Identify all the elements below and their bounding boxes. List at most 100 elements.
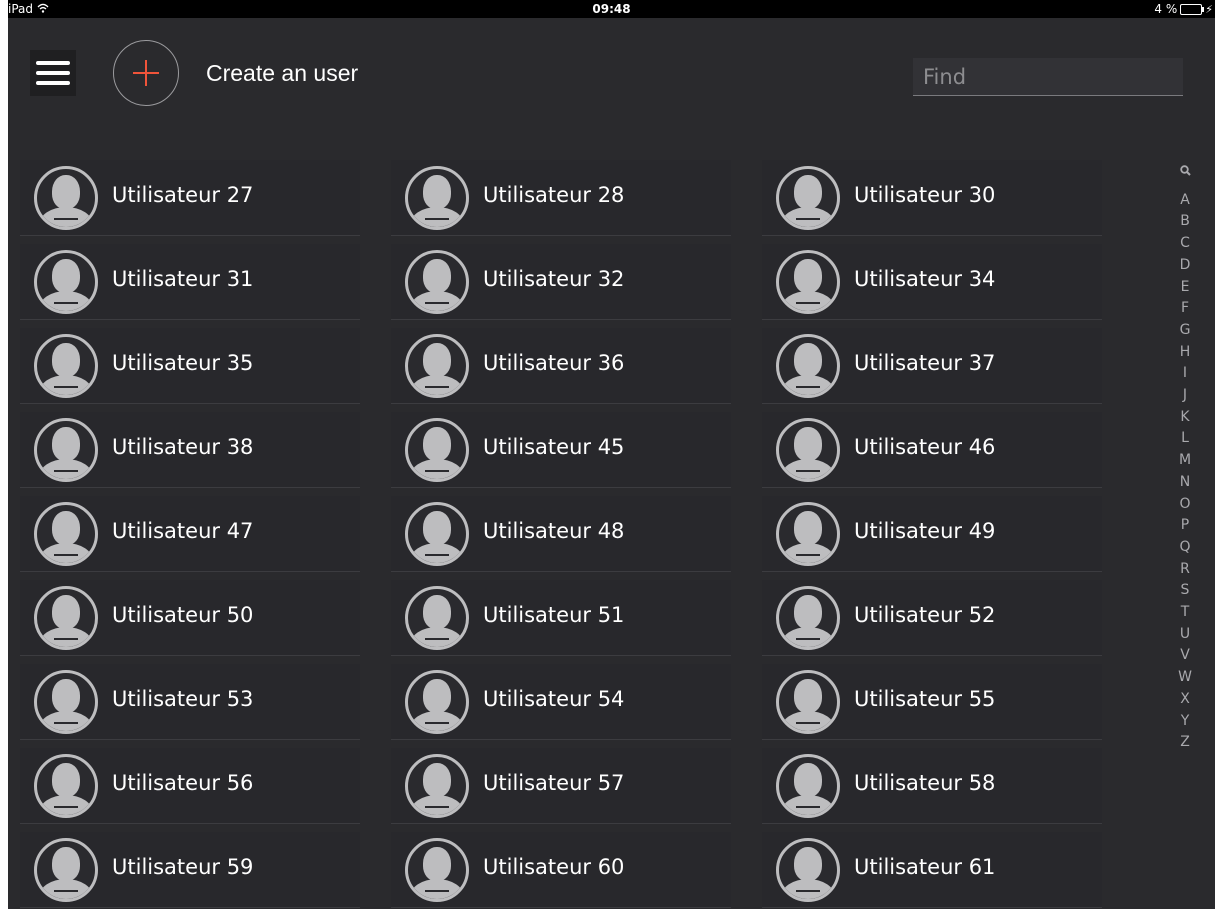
user-avatar-icon <box>34 838 98 902</box>
alphabet-letter[interactable]: V <box>1180 645 1190 667</box>
user-list-item[interactable]: Utilisateur 59 <box>20 832 360 908</box>
alphabet-letter[interactable]: Q <box>1179 537 1190 559</box>
user-list-item[interactable]: Utilisateur 53 <box>20 664 360 740</box>
user-list-item[interactable]: Utilisateur 51 <box>391 580 731 656</box>
user-avatar-icon <box>34 754 98 818</box>
alphabet-letter[interactable]: C <box>1180 233 1190 255</box>
status-right: 4 % ⚡ <box>1154 2 1213 16</box>
user-name: Utilisateur 30 <box>854 183 996 207</box>
user-list-item[interactable]: Utilisateur 46 <box>762 412 1102 488</box>
user-list-item[interactable]: Utilisateur 49 <box>762 496 1102 572</box>
alphabet-letter[interactable]: K <box>1180 407 1189 429</box>
create-user-label[interactable]: Create an user <box>206 60 358 87</box>
user-list-item[interactable]: Utilisateur 35 <box>20 328 360 404</box>
alphabet-letter[interactable]: Y <box>1181 711 1190 733</box>
user-name: Utilisateur 35 <box>112 351 254 375</box>
user-name: Utilisateur 38 <box>112 435 254 459</box>
user-name: Utilisateur 55 <box>854 687 996 711</box>
user-avatar-icon <box>405 838 469 902</box>
user-list-item[interactable]: Utilisateur 54 <box>391 664 731 740</box>
user-name: Utilisateur 61 <box>854 855 996 879</box>
alphabet-index[interactable]: ABCDEFGHIJKLMNOPQRSTUVWXYZ <box>1175 162 1195 754</box>
user-name: Utilisateur 47 <box>112 519 254 543</box>
user-name: Utilisateur 36 <box>483 351 625 375</box>
alphabet-letter[interactable]: F <box>1181 298 1189 320</box>
user-avatar-icon <box>776 670 840 734</box>
status-time: 09:48 <box>592 2 631 16</box>
user-name: Utilisateur 54 <box>483 687 625 711</box>
user-name: Utilisateur 59 <box>112 855 254 879</box>
search-input[interactable] <box>913 58 1183 96</box>
user-avatar-icon <box>405 670 469 734</box>
user-list-item[interactable]: Utilisateur 37 <box>762 328 1102 404</box>
user-avatar-icon <box>34 166 98 230</box>
alphabet-letter[interactable]: M <box>1179 450 1191 472</box>
hamburger-menu-button[interactable] <box>30 50 76 96</box>
user-list-item[interactable]: Utilisateur 48 <box>391 496 731 572</box>
user-avatar-icon <box>405 502 469 566</box>
search-icon[interactable] <box>1179 162 1191 184</box>
status-bar: iPad 09:48 4 % ⚡ <box>8 0 1215 18</box>
user-name: Utilisateur 52 <box>854 603 996 627</box>
user-list-item[interactable]: Utilisateur 36 <box>391 328 731 404</box>
user-list-item[interactable]: Utilisateur 50 <box>20 580 360 656</box>
user-avatar-icon <box>34 670 98 734</box>
alphabet-letter[interactable]: I <box>1183 363 1187 385</box>
create-user-button[interactable] <box>113 40 179 106</box>
alphabet-letter[interactable]: S <box>1181 580 1190 602</box>
user-avatar-icon <box>776 418 840 482</box>
alphabet-letter[interactable]: U <box>1180 624 1190 646</box>
alphabet-letter[interactable]: N <box>1180 472 1190 494</box>
user-avatar-icon <box>405 334 469 398</box>
user-avatar-icon <box>34 334 98 398</box>
alphabet-letter[interactable]: D <box>1180 255 1191 277</box>
user-list-item[interactable]: Utilisateur 27 <box>20 160 360 236</box>
user-list-item[interactable]: Utilisateur 47 <box>20 496 360 572</box>
user-list-item[interactable]: Utilisateur 55 <box>762 664 1102 740</box>
user-list-item[interactable]: Utilisateur 60 <box>391 832 731 908</box>
alphabet-letter[interactable]: T <box>1181 602 1190 624</box>
user-list-item[interactable]: Utilisateur 58 <box>762 748 1102 824</box>
user-avatar-icon <box>776 502 840 566</box>
user-list-item[interactable]: Utilisateur 38 <box>20 412 360 488</box>
alphabet-letter[interactable]: A <box>1180 190 1190 212</box>
user-name: Utilisateur 51 <box>483 603 625 627</box>
user-list-item[interactable]: Utilisateur 61 <box>762 832 1102 908</box>
user-name: Utilisateur 45 <box>483 435 625 459</box>
user-avatar-icon <box>405 250 469 314</box>
alphabet-letter[interactable]: E <box>1181 277 1190 299</box>
user-list-item[interactable]: Utilisateur 57 <box>391 748 731 824</box>
battery-icon <box>1180 3 1205 15</box>
alphabet-letter[interactable]: G <box>1180 320 1191 342</box>
user-avatar-icon <box>405 754 469 818</box>
user-list-item[interactable]: Utilisateur 52 <box>762 580 1102 656</box>
user-list-item[interactable]: Utilisateur 45 <box>391 412 731 488</box>
user-list-item[interactable]: Utilisateur 34 <box>762 244 1102 320</box>
user-list-item[interactable]: Utilisateur 30 <box>762 160 1102 236</box>
user-avatar-icon <box>776 586 840 650</box>
alphabet-letter[interactable]: Z <box>1180 732 1190 754</box>
alphabet-letter[interactable]: B <box>1180 211 1190 233</box>
alphabet-letter[interactable]: P <box>1181 515 1189 537</box>
alphabet-letter[interactable]: R <box>1180 559 1190 581</box>
alphabet-letter[interactable]: H <box>1180 342 1191 364</box>
alphabet-letter[interactable]: X <box>1180 689 1190 711</box>
user-grid: Utilisateur 27 Utilisateur 28 Utilisateur … <box>20 160 1120 908</box>
user-list-item[interactable]: Utilisateur 28 <box>391 160 731 236</box>
user-list-item[interactable]: Utilisateur 31 <box>20 244 360 320</box>
user-name: Utilisateur 46 <box>854 435 996 459</box>
charging-icon: ⚡ <box>1205 2 1213 16</box>
user-list-item[interactable]: Utilisateur 56 <box>20 748 360 824</box>
user-list-item[interactable]: Utilisateur 32 <box>391 244 731 320</box>
alphabet-letter[interactable]: W <box>1178 667 1192 689</box>
alphabet-letter[interactable]: O <box>1179 494 1190 516</box>
user-name: Utilisateur 58 <box>854 771 996 795</box>
user-name: Utilisateur 37 <box>854 351 996 375</box>
alphabet-letter[interactable]: L <box>1181 428 1189 450</box>
app-screen: iPad 09:48 4 % ⚡ Create an user Find Uti… <box>8 0 1215 909</box>
alphabet-letter[interactable]: J <box>1183 385 1187 407</box>
user-avatar-icon <box>776 754 840 818</box>
user-name: Utilisateur 49 <box>854 519 996 543</box>
user-avatar-icon <box>776 838 840 902</box>
battery-percent: 4 % <box>1154 2 1178 16</box>
